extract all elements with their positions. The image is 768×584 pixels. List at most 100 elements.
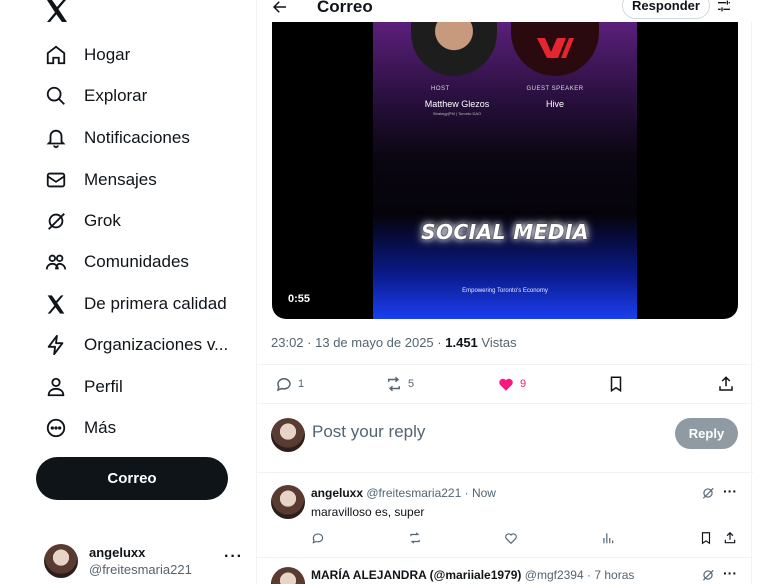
guest-label: GUEST SPEAKER — [526, 86, 584, 92]
reply-item[interactable]: MARÍA ALEJANDRA (@mariiale1979) @mgf2394… — [257, 559, 753, 584]
nav-label-premium: De primera calidad — [84, 294, 227, 313]
share-icon[interactable] — [723, 531, 739, 547]
views-chart-icon[interactable] — [601, 531, 617, 547]
host-subtitle: Strategy|PM | Toronto DAO — [432, 111, 482, 116]
repost-action[interactable]: 5 — [385, 375, 414, 393]
guest-name: Hive — [545, 99, 564, 109]
x-logo-icon[interactable] — [44, 0, 70, 22]
nav-label-notifications: Notificaciones — [84, 128, 190, 147]
page-title: Correo — [317, 0, 373, 16]
nav-premium[interactable]: De primera calidad — [44, 289, 227, 319]
guest-logo — [511, 22, 599, 76]
reply-time[interactable]: 7 horas — [594, 568, 634, 582]
nav-label-more: Más — [84, 418, 117, 437]
repost-icon[interactable] — [408, 531, 424, 547]
video-footer-text: Empowering Toronto's Economy — [462, 288, 548, 294]
repost-icon — [388, 376, 400, 392]
nav-label-communities: Comunidades — [84, 252, 189, 271]
meta-separator: · — [307, 335, 316, 350]
reply-author-handle[interactable]: @mgf2394 — [525, 568, 584, 582]
x-premium-icon — [44, 292, 68, 316]
more-dots-icon[interactable]: ··· — [224, 548, 243, 566]
post-meta: 23:02 · 13 de mayo de 2025 · 1.451 Vista… — [271, 335, 517, 350]
reply-chip-button[interactable]: Responder — [622, 0, 710, 19]
reply-author-name[interactable]: MARÍA ALEJANDRA (@mariiale1979) — [311, 568, 521, 582]
search-icon — [44, 84, 68, 108]
avatar[interactable] — [271, 567, 305, 584]
nav-label-grok: Grok — [84, 211, 121, 230]
grok-icon[interactable] — [701, 486, 717, 502]
account-name: angeluxx — [89, 545, 146, 560]
grok-icon[interactable] — [701, 568, 717, 584]
reply-author-handle[interactable]: @freitesmaria221 — [366, 486, 461, 500]
reply-header: MARÍA ALEJANDRA (@mariiale1979) @mgf2394… — [311, 568, 634, 582]
more-dots-icon[interactable]: ··· — [723, 565, 737, 581]
nav-label-home: Hogar — [84, 45, 131, 64]
share-icon — [719, 376, 733, 391]
reply-count: 1 — [298, 378, 305, 390]
host-name: Matthew Glezos — [424, 99, 490, 109]
repost-count: 5 — [408, 378, 415, 390]
reply-input[interactable] — [312, 422, 592, 442]
nav-home[interactable]: Hogar — [44, 40, 130, 70]
header-bar: Correo Responder — [257, 0, 753, 22]
bell-icon — [44, 126, 68, 150]
sliders-icon[interactable] — [716, 0, 734, 16]
like-count: 9 — [520, 378, 527, 390]
post-button[interactable]: Correo — [36, 457, 228, 500]
avatar — [44, 544, 78, 578]
grok-icon — [44, 209, 68, 233]
host-label: HOST — [431, 86, 450, 92]
lightning-icon — [44, 333, 68, 357]
views-label: Vistas — [481, 335, 517, 350]
more-dots-icon[interactable]: ··· — [723, 483, 737, 499]
host-photo — [411, 22, 497, 76]
person-icon — [44, 375, 68, 399]
reply-button[interactable]: Reply — [675, 418, 738, 449]
reply-author-name[interactable]: angeluxx — [311, 486, 363, 500]
mail-icon — [44, 168, 68, 192]
reply-composer: Reply — [257, 405, 753, 473]
home-icon — [44, 43, 68, 67]
nav-communities[interactable]: Comunidades — [44, 247, 189, 277]
post-time[interactable]: 23:02 — [271, 335, 304, 350]
meta-separator: · — [464, 486, 472, 500]
account-handle: @freitesmaria221 — [89, 562, 192, 577]
nav-messages[interactable]: Mensajes — [44, 165, 157, 195]
bookmark-icon[interactable] — [699, 531, 715, 547]
nav-notifications[interactable]: Notificaciones — [44, 123, 190, 153]
communities-icon — [44, 250, 68, 274]
nav-explore[interactable]: Explorar — [44, 81, 147, 111]
views-count: 1.451 — [445, 335, 478, 350]
reply-text: maravilloso es, super — [311, 505, 425, 519]
reply-item[interactable]: angeluxx @freitesmaria221 · Now maravill… — [257, 474, 753, 558]
nav-grok[interactable]: Grok — [44, 206, 121, 236]
video-headline: SOCIAL MEDIA — [421, 220, 589, 244]
reply-header: angeluxx @freitesmaria221 · Now — [311, 486, 496, 500]
nav-more[interactable]: Más — [44, 413, 116, 443]
post-action-bar: 1 5 9 — [257, 364, 753, 404]
avatar[interactable] — [271, 485, 305, 519]
comment-icon[interactable] — [311, 531, 327, 547]
nav-organizations[interactable]: Organizaciones v... — [44, 330, 228, 360]
sidebar: Hogar Explorar Notificaciones Mensajes G… — [0, 0, 256, 584]
like-action[interactable]: 9 — [497, 375, 526, 393]
account-switcher[interactable]: angeluxx @freitesmaria221 ··· — [44, 540, 244, 580]
reply-time[interactable]: Now — [472, 486, 496, 500]
reply-action[interactable]: 1 — [275, 375, 304, 393]
back-arrow-icon[interactable] — [271, 0, 291, 18]
share-action[interactable] — [717, 375, 735, 393]
bookmark-action[interactable] — [607, 375, 625, 393]
more-circle-icon — [44, 416, 68, 440]
heart-icon[interactable] — [504, 531, 520, 547]
video-duration: 0:55 — [288, 293, 311, 305]
video-poster: HOST Matthew Glezos Strategy|PM | Toront… — [373, 22, 637, 319]
post-date[interactable]: 13 de mayo de 2025 — [315, 335, 434, 350]
nav-profile[interactable]: Perfil — [44, 372, 123, 402]
bookmark-icon — [610, 376, 622, 393]
nav-label-profile: Perfil — [84, 377, 123, 396]
nav-label-explore: Explorar — [84, 86, 148, 105]
main-column: Correo Responder HOST Matthew Glezos Str… — [256, 0, 753, 584]
avatar — [271, 418, 305, 452]
video-player[interactable]: HOST Matthew Glezos Strategy|PM | Toront… — [272, 22, 738, 319]
